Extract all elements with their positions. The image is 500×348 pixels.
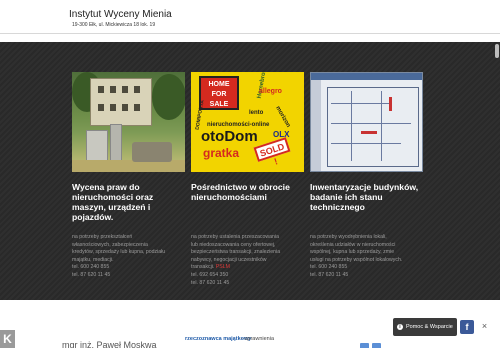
inventory-phone-1: tel. 600 240 855 [310,264,348,271]
scrollbar-thumb[interactable] [495,44,499,58]
header-bar [0,0,500,42]
brokerage-image[interactable]: HOME FOR SALE Homebroker allegro lento m… [191,72,304,172]
help-support-label: Pomoc & Wsparcie [406,324,453,330]
appraiser-credentials: - uprawnienia [241,336,275,342]
brokerage-phone-1: tel. 692 654 350 [191,271,229,278]
appraiser-name: mgr inż. Paweł Moskwa [62,340,157,348]
home-for-sale-sign: HOME FOR SALE [199,76,239,110]
inventory-image[interactable] [310,72,423,172]
service-valuation: Wycena praw do nieruchomości oraz maszyn… [72,72,185,280]
brokerage-title[interactable]: Pośrednictwo w obrocie nieruchomościami [191,182,304,224]
site-address: 19-300 Ełk, ul. Mickiewicza 18 lok. 19 [72,22,156,28]
valuation-description: na potrzeby przekształceń własnościowych… [72,234,185,280]
k-logo-icon[interactable]: K [0,330,15,348]
facebook-icon[interactable]: f [460,320,474,334]
site-title[interactable]: Instytut Wyceny Mienia [69,9,172,20]
valuation-phone-2: tel. 87 620 11 45 [72,271,111,278]
inventory-title[interactable]: Inwentaryzacje budynków, badanie ich sta… [310,182,423,224]
sold-sign: SOLD ! [253,137,291,167]
valuation-title[interactable]: Wycena praw do nieruchomości oraz maszyn… [72,182,185,224]
service-inventory: Inwentaryzacje budynków, badanie ich sta… [310,72,423,280]
brokerage-description: na potrzeby ustalenia przeszacowania lub… [191,234,304,287]
inventory-description: na potrzeby wyodrębnienia lokali, określ… [310,234,423,280]
brokerage-phone-2: tel. 87 620 11 45 [191,279,230,286]
help-support-button[interactable]: i Pomoc & Wsparcie [393,318,457,336]
pslm-highlight: PSLM [215,264,230,271]
inventory-phone-2: tel. 87 620 11 45 [310,271,349,278]
info-icon: i [397,324,403,330]
header-divider [0,33,500,34]
valuation-phone-1: tel. 600 240 855 [72,264,110,271]
valuation-image[interactable] [72,72,185,172]
social-icon[interactable] [372,343,381,348]
social-icon[interactable] [360,343,369,348]
service-brokerage: HOME FOR SALE Homebroker allegro lento m… [191,72,304,287]
close-icon[interactable]: × [479,321,490,332]
